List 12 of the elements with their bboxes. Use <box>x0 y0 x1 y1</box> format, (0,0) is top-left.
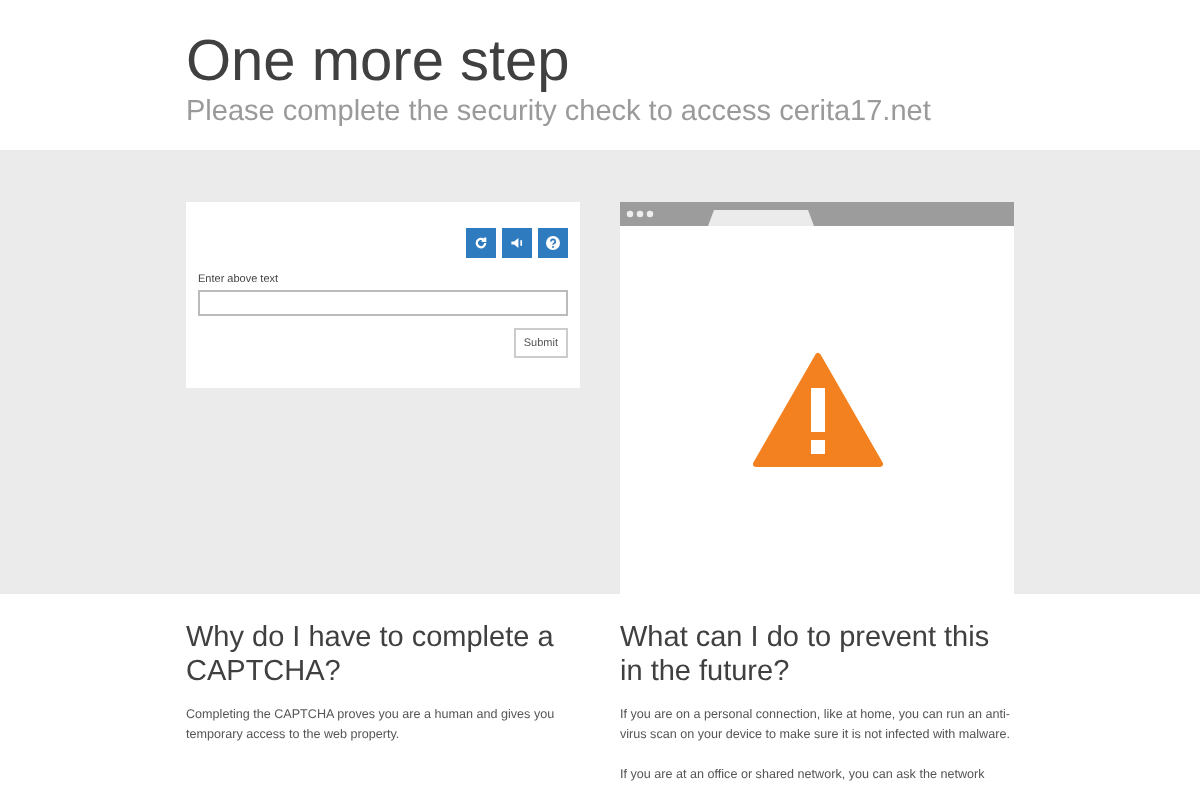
audio-button[interactable] <box>502 228 532 258</box>
refresh-icon <box>474 236 488 250</box>
page-subtitle: Please complete the security check to access cerita17.net <box>186 96 933 128</box>
speaker-icon <box>510 236 524 250</box>
section-heading: Why do I have to complete a CAPTCHA? <box>186 622 556 690</box>
help-icon <box>546 236 560 250</box>
page-title: One more step <box>186 28 572 96</box>
refresh-button[interactable] <box>466 228 496 258</box>
help-button[interactable] <box>538 228 568 258</box>
captcha-input-field[interactable] <box>198 290 568 316</box>
section-heading: What can I do to prevent this in the future? <box>620 622 992 690</box>
warning-icon <box>751 352 883 468</box>
